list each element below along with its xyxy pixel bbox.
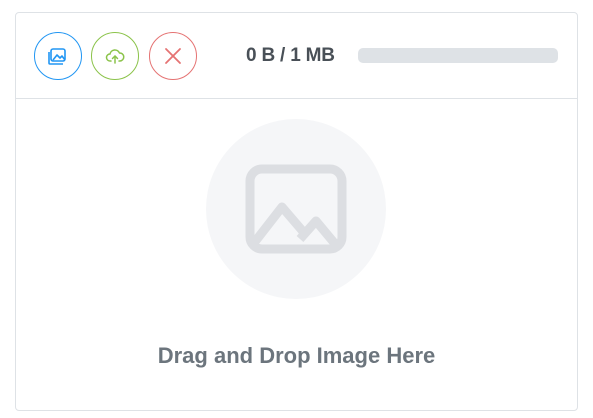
drop-instruction: Drag and Drop Image Here xyxy=(157,343,436,368)
upload-toolbar: 0 B / 1 MB xyxy=(16,13,577,99)
choose-image-button[interactable] xyxy=(34,32,82,80)
file-size-label: 0 B / 1 MB xyxy=(246,45,335,66)
close-icon xyxy=(165,48,181,64)
upload-button[interactable] xyxy=(91,32,139,80)
file-upload-card: 0 B / 1 MB Drag and Drop Image Here xyxy=(15,12,578,411)
image-placeholder xyxy=(206,119,386,299)
drop-zone[interactable]: Drag and Drop Image Here xyxy=(16,99,577,411)
image-icon xyxy=(48,48,66,65)
image-placeholder-icon xyxy=(245,164,347,254)
cancel-button[interactable] xyxy=(149,32,197,80)
upload-cloud-icon xyxy=(105,49,125,64)
upload-progress-bar xyxy=(358,48,558,63)
